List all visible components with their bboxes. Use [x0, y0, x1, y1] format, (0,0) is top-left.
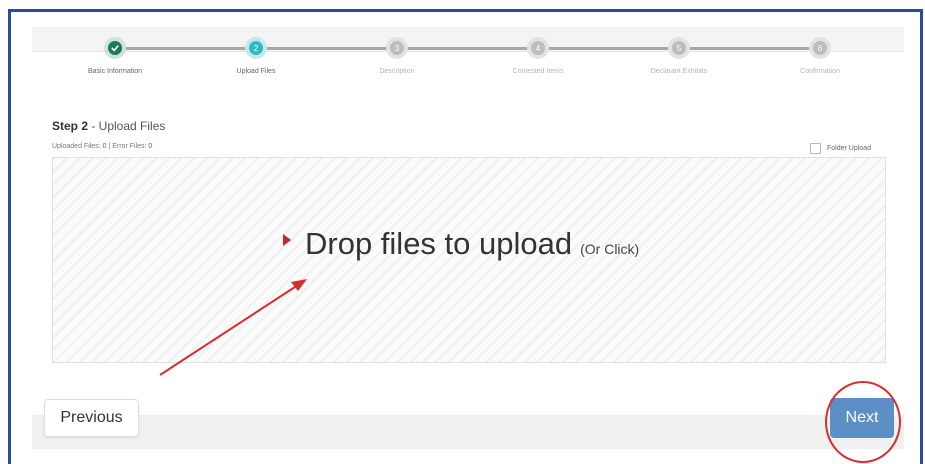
annotation-arrow-icon — [159, 279, 307, 376]
